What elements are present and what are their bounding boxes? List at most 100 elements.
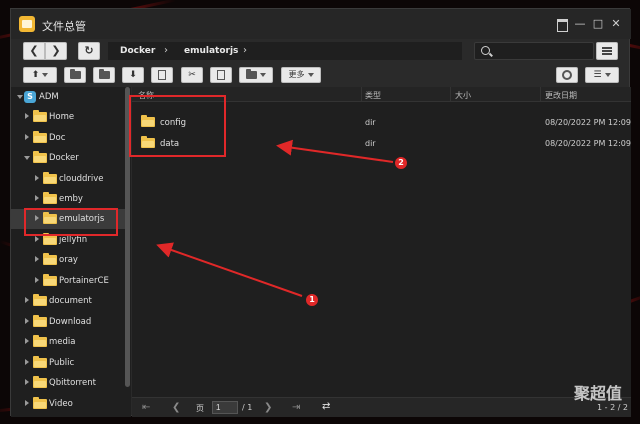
title-bar[interactable]: 文件总管 — □ ✕: [11, 9, 631, 39]
search-box[interactable]: [474, 42, 594, 60]
tree-label: Home: [49, 112, 75, 122]
chevron-right-icon: [25, 400, 29, 406]
toolbar: ⬆ ⬇ ✂ 更多 ☰: [11, 67, 631, 89]
more-label: 更多: [288, 70, 305, 79]
folder-icon: [43, 253, 57, 265]
tree-item-home[interactable]: Home: [11, 107, 127, 127]
new-folder-button[interactable]: [64, 67, 86, 83]
copy-button[interactable]: [151, 67, 173, 83]
settings-button[interactable]: [556, 67, 578, 83]
search-input[interactable]: [495, 44, 591, 58]
address-bar: ❮ ❯ ↻ Docker › emulatorjs ›: [11, 39, 631, 67]
cut-button[interactable]: ✂: [181, 67, 203, 83]
page-label: 页: [196, 404, 204, 413]
share-button[interactable]: [239, 67, 273, 83]
restore-window-button[interactable]: [555, 18, 569, 32]
close-button[interactable]: ✕: [609, 18, 623, 30]
tree-item-public[interactable]: Public: [11, 353, 127, 373]
breadcrumb-item-emulatorjs[interactable]: emulatorjs: [184, 46, 238, 56]
folder-icon: [43, 192, 57, 204]
list-view-icon: ☰: [593, 70, 602, 80]
download-button[interactable]: ⬇: [122, 67, 144, 83]
prev-page-icon[interactable]: ❮: [172, 402, 180, 413]
paste-icon: [217, 69, 225, 80]
tree-label: PortainerCE: [59, 276, 109, 286]
tree-label: Qbittorrent: [49, 378, 96, 388]
chevron-right-icon: [25, 379, 29, 385]
tree-item-emby[interactable]: emby: [11, 189, 127, 209]
tree-item-document[interactable]: document: [11, 291, 127, 311]
chevron-down-icon: [307, 72, 314, 77]
folder-icon: [33, 356, 47, 368]
folder-icon: [43, 274, 57, 286]
folder-tree: S ADM Home Doc Docker clouddrive emby em…: [11, 87, 131, 417]
folder-icon: [98, 68, 110, 79]
breadcrumb: Docker › emulatorjs ›: [108, 42, 462, 60]
folder-icon: [33, 131, 47, 143]
refresh-icon: ↻: [84, 44, 94, 57]
search-icon: [481, 46, 490, 55]
tree-item-clouddrive[interactable]: clouddrive: [11, 169, 127, 189]
column-divider[interactable]: [540, 87, 541, 102]
upload-button[interactable]: ⬆: [23, 67, 57, 83]
paste-button[interactable]: [210, 67, 232, 83]
column-header-size[interactable]: 大小: [455, 90, 471, 101]
more-button[interactable]: 更多: [281, 67, 321, 83]
view-mode-button[interactable]: ☰: [585, 67, 619, 83]
download-icon: ⬇: [129, 70, 137, 80]
chevron-right-icon: [25, 359, 29, 365]
first-page-icon[interactable]: ⇤: [142, 402, 150, 413]
tree-label: Public: [49, 358, 75, 368]
chevron-down-icon: [42, 72, 49, 77]
file-type: dir: [365, 139, 376, 148]
tree-label: Download: [49, 317, 92, 327]
page-number-input[interactable]: [212, 401, 238, 414]
breadcrumb-item-docker[interactable]: Docker: [120, 46, 155, 56]
minimize-button[interactable]: —: [573, 18, 587, 30]
chevron-right-icon: [35, 175, 39, 181]
column-header-modified[interactable]: 更改日期: [545, 90, 577, 101]
chevron-right-icon: [35, 277, 39, 283]
chevron-right-icon: [35, 195, 39, 201]
tree-item-media[interactable]: media: [11, 332, 127, 352]
maximize-button[interactable]: □: [591, 18, 605, 30]
back-button[interactable]: ❮: [23, 42, 45, 60]
column-divider[interactable]: [361, 87, 362, 102]
tree-label: Doc: [49, 133, 66, 143]
tree-label: ADM: [39, 92, 59, 102]
highlight-box-emulatorjs: [24, 208, 118, 236]
tree-label: Video: [49, 399, 73, 409]
folder-icon: [33, 151, 47, 163]
page-total: / 1: [242, 403, 253, 412]
tree-item-video[interactable]: Video: [11, 394, 127, 414]
folder-icon: [33, 315, 47, 327]
refresh-list-icon[interactable]: ⇄: [322, 401, 330, 412]
folder-icon: [33, 335, 47, 347]
tree-item-doc[interactable]: Doc: [11, 128, 127, 148]
gear-icon: [562, 69, 572, 80]
upload-icon: ⬆: [31, 70, 40, 80]
tree-label: oray: [59, 255, 78, 265]
annotation-marker-2: 2: [395, 157, 407, 169]
folder-icon: [43, 233, 57, 245]
tree-item-docker[interactable]: Docker: [11, 148, 127, 168]
chevron-right-icon: [25, 318, 29, 324]
tree-item-portainerce[interactable]: PortainerCE: [11, 271, 127, 291]
new-shared-folder-button[interactable]: [93, 67, 115, 83]
forward-button[interactable]: ❯: [45, 42, 67, 60]
next-page-icon[interactable]: ❯: [264, 402, 272, 413]
tree-item-download[interactable]: Download: [11, 312, 127, 332]
column-divider[interactable]: [450, 87, 451, 102]
share-folder-icon: [246, 68, 257, 79]
tree-item-qbittorrent[interactable]: Qbittorrent: [11, 373, 127, 393]
chevron-down-icon: [17, 95, 23, 99]
tree-label: emby: [59, 194, 83, 204]
refresh-button[interactable]: ↻: [78, 42, 100, 60]
copy-icon: [158, 69, 166, 80]
column-header-type[interactable]: 类型: [365, 90, 381, 101]
search-options-button[interactable]: [596, 42, 618, 60]
tree-item-oray[interactable]: oray: [11, 250, 127, 270]
folder-icon: [33, 294, 47, 306]
last-page-icon[interactable]: ⇥: [292, 402, 300, 413]
tree-item-adm[interactable]: S ADM: [11, 87, 127, 107]
